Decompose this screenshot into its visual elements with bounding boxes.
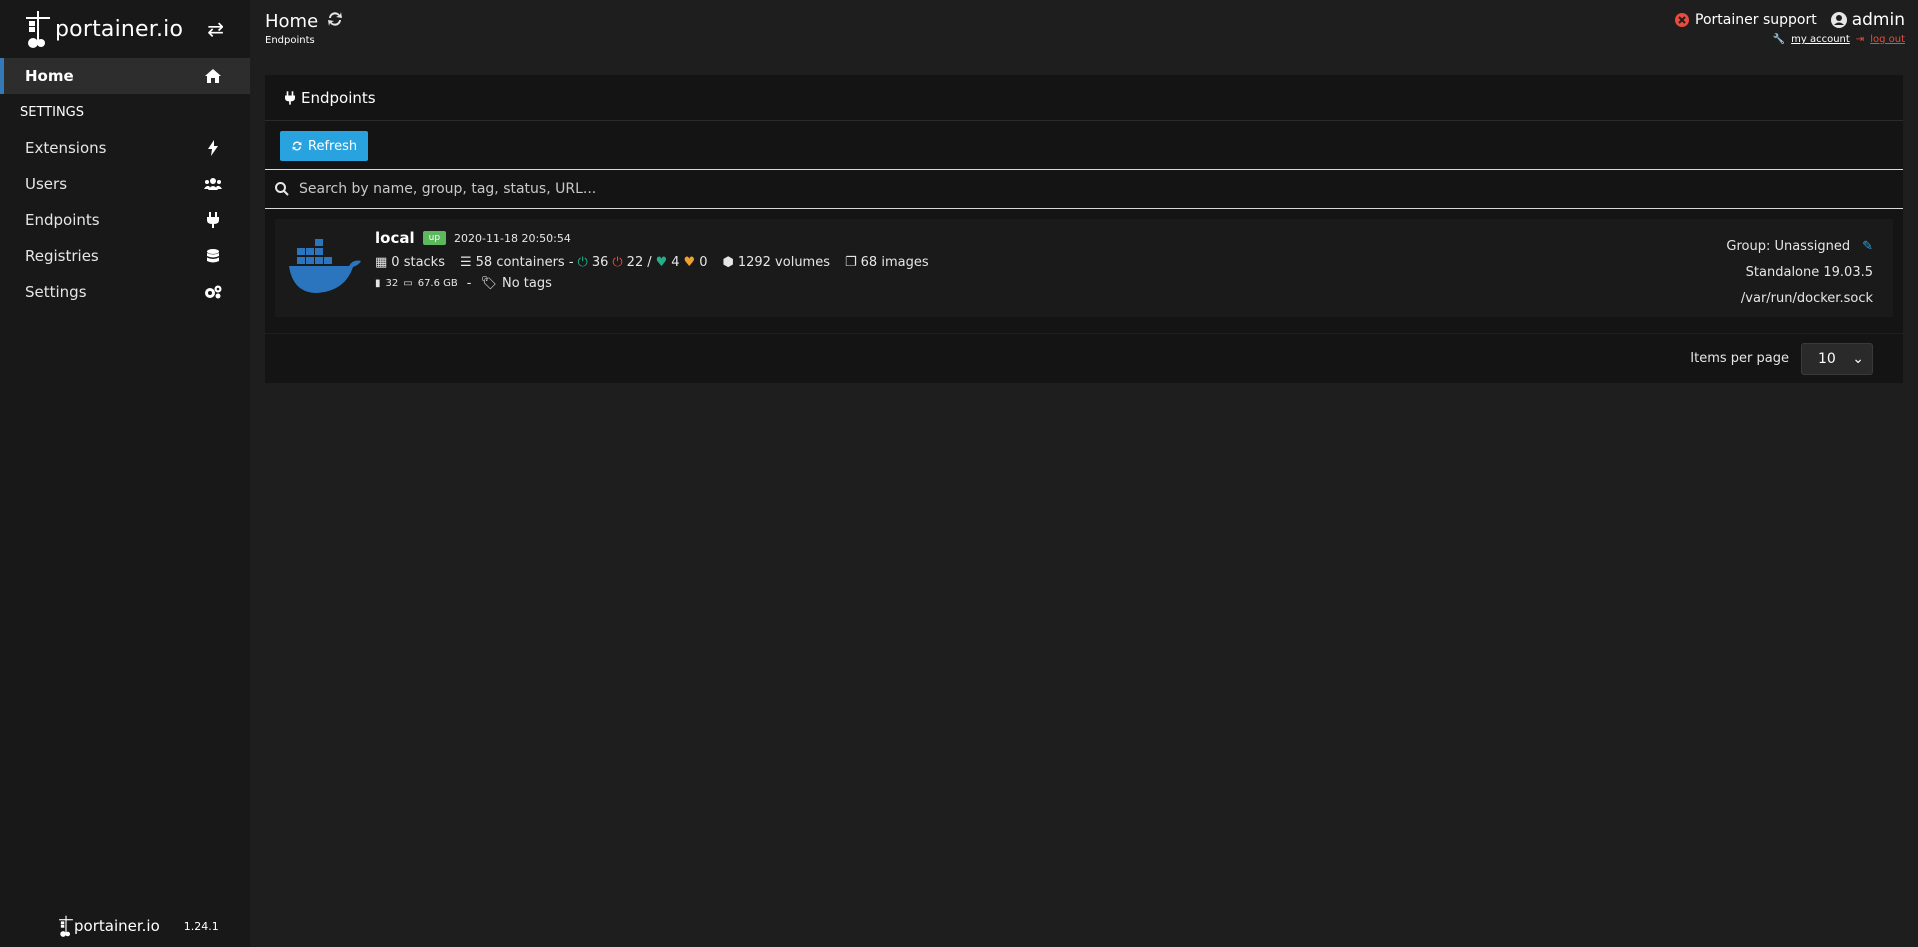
sidebar-item-extensions[interactable]: Extensions [0, 130, 250, 166]
database-icon [204, 247, 222, 265]
cubes-icon: ⬢ [722, 255, 734, 270]
close-circle-icon [1675, 13, 1690, 27]
portainer-logo[interactable]: portainer.io [24, 9, 183, 49]
plug-icon [285, 90, 295, 105]
endpoint-details: Group: Unassigned ✎ Standalone 19.03.5 /… [1726, 233, 1873, 311]
username: admin [1851, 10, 1905, 30]
volumes-count: 1292 volumes [737, 255, 830, 270]
footer-brand-text: portainer.io [74, 917, 160, 935]
endpoint-timestamp: 2020-11-18 20:50:54 [454, 231, 571, 245]
refresh-label: Refresh [308, 138, 358, 154]
brand-text: portainer.io [55, 16, 184, 42]
memory-icon: ▭ [403, 278, 413, 289]
images-icon: ❐ [845, 255, 857, 270]
server-icon: ☰ [460, 255, 472, 270]
sidebar-toggle-icon[interactable]: ⇄ [207, 17, 224, 41]
footer-logo: portainer.io [58, 913, 160, 939]
portainer-crane-icon [26, 11, 50, 48]
sidebar-item-registries[interactable]: Registries [0, 238, 250, 274]
wrench-icon: 🔧 [1772, 34, 1786, 45]
endpoint-url: /var/run/docker.sock [1740, 290, 1873, 306]
sidebar-item-label: Registries [25, 247, 99, 265]
memory-size: 67.6 GB [417, 278, 458, 289]
search-input[interactable] [299, 181, 1903, 197]
plug-icon [204, 211, 222, 229]
log-out-link[interactable]: log out [1870, 34, 1905, 45]
group-label: Group: Unassigned [1726, 238, 1851, 254]
cogs-icon [204, 283, 222, 301]
endpoint-item[interactable]: local up 2020-11-18 20:50:54 ▦ 0 stacks … [275, 219, 1893, 317]
support-link[interactable]: Portainer support [1675, 12, 1817, 28]
containers-count: 58 containers - [475, 255, 574, 270]
sidebar: portainer.io ⇄ Home SETTINGS Extensions … [0, 0, 250, 947]
engine-label: Standalone 19.03.5 [1745, 264, 1873, 280]
bolt-icon [204, 139, 222, 157]
status-badge: up [422, 231, 447, 245]
sidebar-footer: portainer.io 1.24.1 [58, 913, 219, 939]
items-per-page-value: 10 [1818, 350, 1836, 367]
images-count: 68 images [860, 255, 929, 270]
sidebar-item-label: Users [25, 175, 68, 193]
page-header: Home Endpoints Portainer support admin 🔧… [265, 10, 1905, 50]
heartbeat-icon: ♥ [655, 255, 668, 270]
stacks-count: 0 stacks [391, 255, 445, 270]
user-circle-icon [1830, 12, 1847, 28]
breadcrumb: Endpoints [265, 35, 315, 46]
chevron-down-icon: ⌄ [1852, 350, 1864, 367]
panel-heading: Endpoints [265, 75, 1903, 121]
settings-heading: SETTINGS [20, 104, 85, 120]
dash-separator: - [466, 276, 472, 291]
portainer-crane-icon [59, 915, 73, 937]
home-icon [204, 67, 222, 85]
searchbar [265, 169, 1903, 209]
tags-label: No tags [501, 276, 552, 291]
sign-out-icon: ⇥ [1855, 34, 1865, 45]
page-title: Home [265, 10, 319, 32]
items-per-page-label: Items per page [1690, 351, 1789, 366]
docker-logo-icon [289, 239, 361, 293]
panel-title: Endpoints [301, 88, 376, 107]
healthy-count: 4 [671, 255, 680, 270]
user-menu[interactable]: admin [1830, 10, 1905, 30]
sidebar-item-label: Settings [25, 283, 87, 301]
version-label: 1.24.1 [183, 919, 219, 933]
heartbeat-warning-icon: ♥ [683, 255, 696, 270]
users-icon [204, 175, 222, 193]
running-count: 36 [591, 255, 609, 270]
separator: / [647, 255, 652, 270]
sidebar-item-label: Endpoints [25, 211, 100, 229]
my-account-link[interactable]: my account [1791, 34, 1850, 45]
sidebar-item-users[interactable]: Users [0, 166, 250, 202]
refresh-icon [292, 141, 302, 151]
user-area: Portainer support admin 🔧 my account ⇥ l… [1675, 10, 1905, 45]
pagination-footer: Items per page 10 ⌄ [265, 333, 1903, 383]
cpu-count: 32 [385, 278, 399, 289]
support-label: Portainer support [1695, 12, 1817, 28]
items-per-page-select[interactable]: 10 ⌄ [1801, 342, 1873, 375]
sidebar-item-settings[interactable]: Settings [0, 274, 250, 310]
endpoint-name: local [375, 229, 415, 247]
toolbar: Refresh [265, 121, 1903, 169]
search-icon [275, 182, 289, 196]
sidebar-item-endpoints[interactable]: Endpoints [0, 202, 250, 238]
sidebar-item-home[interactable]: Home [0, 58, 250, 94]
sidebar-item-label: Extensions [25, 139, 107, 157]
unhealthy-count: 0 [699, 255, 708, 270]
edit-icon[interactable]: ✎ [1862, 239, 1873, 254]
sidebar-item-label: Home [25, 67, 74, 85]
tags-icon: 🏷 [480, 276, 497, 291]
power-on-icon: ⏻ [577, 255, 588, 270]
power-off-icon: ⏻ [612, 255, 623, 270]
refresh-icon[interactable] [326, 10, 344, 32]
sidebar-brand: portainer.io ⇄ [0, 0, 250, 58]
stacks-icon: ▦ [375, 255, 388, 270]
stopped-count: 22 [626, 255, 644, 270]
endpoints-panel: Endpoints Refresh local up 2020-11-18 [265, 75, 1903, 383]
refresh-button[interactable]: Refresh [280, 131, 369, 161]
cpu-icon: ▮ [375, 278, 381, 289]
